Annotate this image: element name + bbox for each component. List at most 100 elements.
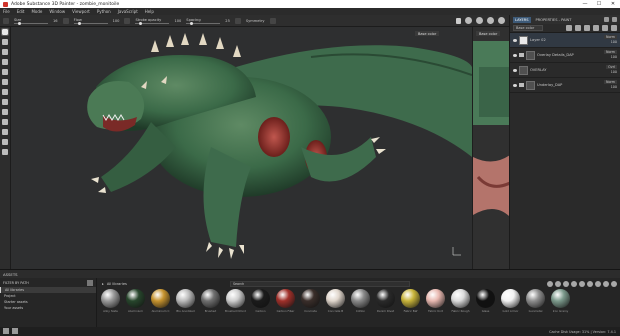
- asset-item[interactable]: Aluminium: [125, 289, 146, 313]
- layer-opacity[interactable]: 100: [604, 85, 617, 89]
- maximize-button[interactable]: ☐: [592, 0, 606, 8]
- viewport-3d[interactable]: Base color: [11, 27, 472, 269]
- material-picker-icon[interactable]: [2, 99, 8, 105]
- layer-opacity[interactable]: 100: [606, 70, 617, 74]
- asset-search-input[interactable]: Search: [229, 280, 410, 287]
- viewport-2d[interactable]: Base color: [472, 27, 509, 269]
- settings-icon[interactable]: [2, 149, 8, 155]
- add-fill-layer-icon[interactable]: [593, 25, 599, 31]
- material-preview-sphere[interactable]: [151, 289, 170, 308]
- material-preview-sphere[interactable]: [526, 289, 545, 308]
- minimize-button[interactable]: —: [578, 0, 592, 8]
- close-button[interactable]: ✕: [606, 0, 620, 8]
- blend-mode-dropdown[interactable]: Norm: [604, 80, 617, 84]
- brush-preset-icon[interactable]: [3, 17, 9, 24]
- filter-material-icon[interactable]: [547, 280, 553, 287]
- add-mask-icon[interactable]: [575, 25, 581, 31]
- filter-environment-icon[interactable]: [603, 280, 609, 287]
- asset-item[interactable]: Denim Rivet: [375, 289, 396, 313]
- tab-layers[interactable]: LAYERS: [513, 16, 531, 23]
- dragon-model[interactable]: [11, 27, 472, 269]
- filter-texture-icon[interactable]: [563, 280, 569, 287]
- layer-name[interactable]: Underlay_DAP: [537, 83, 562, 87]
- asset-item[interactable]: Aluminium C: [150, 289, 171, 313]
- menu-javascript[interactable]: JavaScript: [118, 9, 138, 14]
- blend-mode-dropdown[interactable]: Norm: [604, 50, 617, 54]
- material-preview-sphere[interactable]: [451, 289, 470, 308]
- menu-edit[interactable]: Edit: [17, 9, 25, 14]
- add-folder-icon[interactable]: [602, 25, 608, 31]
- tab-properties-paint[interactable]: PROPERTIES - PAINT: [536, 18, 572, 22]
- menu-help[interactable]: Help: [145, 9, 154, 14]
- render-icon[interactable]: [465, 17, 472, 24]
- material-preview-sphere[interactable]: [501, 289, 520, 308]
- asset-item[interactable]: Gold Armor: [500, 289, 521, 313]
- layout-icon[interactable]: [498, 17, 505, 24]
- asset-item[interactable]: Cotton: [350, 289, 371, 313]
- pen-pressure-icon[interactable]: [62, 17, 69, 24]
- asset-item[interactable]: Alloy Slate: [100, 289, 121, 313]
- material-preview-sphere[interactable]: [301, 289, 320, 308]
- layer-row[interactable]: Overlay Details_DAP Norm 100: [510, 48, 620, 63]
- layer-opacity[interactable]: 100: [604, 55, 617, 59]
- viewport-channel-label[interactable]: Base color: [415, 31, 440, 36]
- size-slider[interactable]: [14, 21, 48, 25]
- folder-open-icon[interactable]: [12, 328, 18, 334]
- layer-name[interactable]: OVERLAY: [530, 68, 546, 72]
- layer-row[interactable]: OVERLAY Ovrl 100: [510, 63, 620, 78]
- bake-icon[interactable]: [2, 109, 8, 115]
- layer-row[interactable]: Layer 02 Norm 100: [510, 33, 620, 48]
- layer-name[interactable]: Layer 02: [530, 38, 546, 42]
- menu-file[interactable]: File: [3, 9, 10, 14]
- material-preview-sphere[interactable]: [476, 289, 495, 308]
- add-paint-layer-icon[interactable]: [584, 25, 590, 31]
- visibility-eye-icon[interactable]: [513, 68, 517, 72]
- blend-mode-dropdown[interactable]: Ovrl: [606, 65, 617, 69]
- smudge-icon[interactable]: [2, 69, 8, 75]
- material-preview-sphere[interactable]: [376, 289, 395, 308]
- flow-slider[interactable]: [73, 21, 108, 25]
- screenshot-icon[interactable]: [487, 17, 494, 24]
- spacing-value[interactable]: 25: [225, 19, 230, 23]
- menu-mode[interactable]: Mode: [31, 9, 42, 14]
- export-icon[interactable]: [2, 139, 8, 145]
- filter-mask-icon[interactable]: [587, 280, 593, 287]
- layer-row[interactable]: Underlay_DAP Norm 100: [510, 78, 620, 93]
- grid-view-icon[interactable]: [611, 280, 617, 287]
- camera-icon[interactable]: [476, 17, 483, 24]
- add-effect-icon[interactable]: [566, 25, 572, 31]
- material-preview-sphere[interactable]: [401, 289, 420, 308]
- geometry-mask-icon[interactable]: [2, 59, 8, 65]
- paint-brush-icon[interactable]: [1, 28, 9, 36]
- material-preview-sphere[interactable]: [226, 289, 245, 308]
- color-picker-icon[interactable]: [2, 89, 8, 95]
- material-preview-sphere[interactable]: [201, 289, 220, 308]
- measure-icon[interactable]: [2, 129, 8, 135]
- layer-opacity[interactable]: 100: [604, 40, 617, 44]
- size-value[interactable]: 16: [53, 19, 58, 23]
- material-preview-sphere[interactable]: [101, 289, 120, 308]
- polygon-fill-icon[interactable]: [2, 119, 8, 125]
- visibility-eye-icon[interactable]: [513, 38, 517, 42]
- uv-channel-label[interactable]: Base color: [476, 31, 501, 36]
- filter-brush-icon[interactable]: [571, 280, 577, 287]
- breadcrumb[interactable]: All libraries: [107, 282, 127, 286]
- panel-options-icon[interactable]: [604, 17, 609, 22]
- asset-item[interactable]: Blu Anodized: [175, 289, 196, 313]
- pause-icon[interactable]: [456, 17, 461, 24]
- asset-item[interactable]: Fabric Baf: [400, 289, 421, 313]
- material-preview-sphere[interactable]: [351, 289, 370, 308]
- delete-layer-icon[interactable]: [611, 25, 617, 31]
- material-preview-sphere[interactable]: [551, 289, 570, 308]
- library-item-yours[interactable]: Your assets: [0, 305, 96, 311]
- spacing-slider[interactable]: [186, 21, 221, 25]
- filter-options-icon[interactable]: [87, 279, 93, 286]
- material-preview-sphere[interactable]: [276, 289, 295, 308]
- menu-python[interactable]: Python: [97, 9, 111, 14]
- channel-dropdown[interactable]: Base color: [513, 25, 543, 31]
- asset-item[interactable]: Carbon Fiber: [275, 289, 296, 313]
- flow-pressure-icon[interactable]: [124, 17, 131, 24]
- asset-item[interactable]: Carbon: [250, 289, 271, 313]
- asset-item[interactable]: Iron Grainy: [550, 289, 571, 313]
- material-preview-sphere[interactable]: [126, 289, 145, 308]
